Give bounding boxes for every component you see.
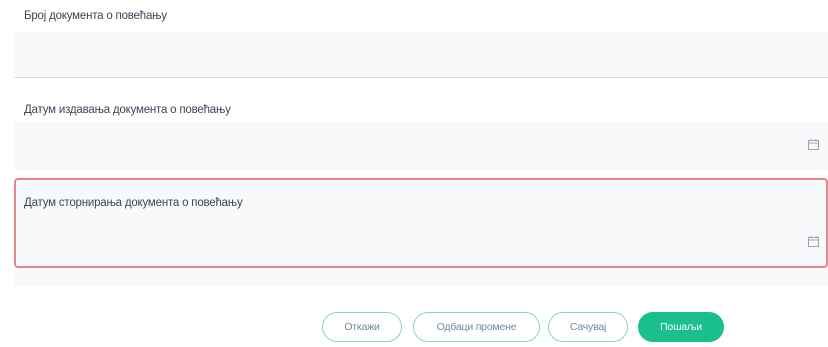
- issue-date-label: Датум издавања документа о повећању: [24, 104, 231, 116]
- issue-date-input[interactable]: [14, 122, 828, 170]
- issue-date-field[interactable]: Датум издавања документа о повећању: [14, 92, 828, 170]
- document-number-field[interactable]: Број документа о повећању: [14, 0, 828, 78]
- form-actions: Откажи Одбаци промене Сачувај Пошаљи: [0, 312, 828, 342]
- cancel-button[interactable]: Откажи: [322, 312, 402, 342]
- cancellation-date-input[interactable]: [16, 220, 826, 266]
- cancellation-date-field[interactable]: Датум сторнирања документа о повећању: [14, 178, 828, 268]
- document-number-label: Број документа о повећању: [24, 10, 167, 22]
- send-button[interactable]: Пошаљи: [638, 312, 724, 342]
- document-number-input[interactable]: [14, 32, 828, 76]
- discard-changes-button[interactable]: Одбаци промене: [413, 312, 540, 342]
- document-number-underline: [14, 77, 828, 78]
- form-bottom-strip: [14, 270, 828, 286]
- cancellation-date-label: Датум сторнирања документа о повећању: [24, 197, 243, 209]
- save-button[interactable]: Сачувај: [548, 312, 628, 342]
- calendar-icon[interactable]: [808, 139, 819, 150]
- calendar-icon[interactable]: [808, 236, 819, 247]
